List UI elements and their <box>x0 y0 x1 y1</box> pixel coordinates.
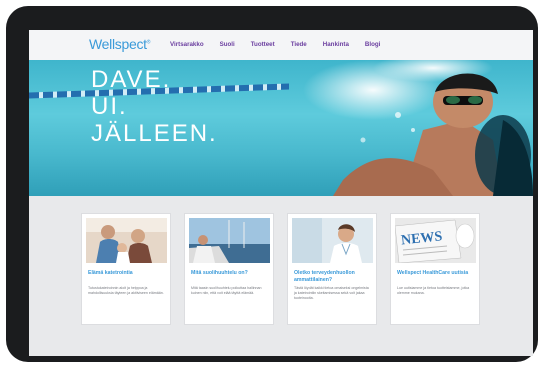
logo-text: Wellspect <box>89 36 147 52</box>
hero-line-1: DAVE. <box>91 66 172 93</box>
feature-cards: Elämä katetrointia Tutustukatetroinnin a… <box>81 213 481 325</box>
hero-line-3: JÄLLEEN. <box>91 120 218 147</box>
card-text: Lue uutisiamme ja tietoa tuotteistamme, … <box>397 286 470 295</box>
nurse-photo <box>292 218 373 263</box>
hero-banner[interactable]: DAVE. UI. JÄLLEEN. <box>29 60 533 196</box>
card-text: Mitä taasin suolihuuhtelu poikuttaa hall… <box>191 286 262 295</box>
family-photo <box>86 218 167 263</box>
nav-item-suoli[interactable]: Suoli <box>220 41 235 48</box>
wellspect-logo[interactable]: Wellspect® <box>89 36 150 52</box>
nav-item-hankinta[interactable]: Hankinta <box>323 41 349 48</box>
card-title: Oletko terveydenhuollon ammattilainen? <box>294 270 355 283</box>
swimmer-image <box>303 60 533 196</box>
main-nav: Virtsarakko Suoli Tuotteet Tiede Hankint… <box>170 41 396 48</box>
card-text: Tästä löydät kaikki tietoa omaiseksi ong… <box>294 286 369 300</box>
hero-line-2: UI. <box>91 93 128 120</box>
card-title: Mitä suolihuuhtelu on? <box>191 270 248 276</box>
logo-registered-mark: ® <box>146 39 151 46</box>
hero-headline: DAVE. UI. JÄLLEEN. <box>91 66 218 147</box>
tablet-frame: Wellspect® Virtsarakko Suoli Tuotteet Ti… <box>6 6 538 362</box>
card-healthcare-professional[interactable]: Oletko terveydenhuollon ammattilainen? T… <box>287 213 377 325</box>
card-life-with-catheter[interactable]: Elämä katetrointia Tutustukatetroinnin a… <box>81 213 171 325</box>
nav-item-tuotteet[interactable]: Tuotteet <box>251 41 275 48</box>
nav-item-blogi[interactable]: Blogi <box>365 41 380 48</box>
sailing-photo <box>189 218 270 263</box>
card-bowel-irrigation[interactable]: Mitä suolihuuhtelu on? Mitä taasin suoli… <box>184 213 274 325</box>
card-title: Wellspect HealthCare uutisia <box>397 270 469 276</box>
card-news[interactable]: NEWS Wellspect HealthCare uutisia Lue uu… <box>390 213 480 325</box>
news-photo: NEWS <box>395 218 476 263</box>
card-text: Tutustukatetroinnin aloit ja helppoa ja … <box>88 286 164 295</box>
nav-item-tiede[interactable]: Tiede <box>291 41 307 48</box>
nav-item-virtsarakko[interactable]: Virtsarakko <box>170 41 204 48</box>
website-screen: Wellspect® Virtsarakko Suoli Tuotteet Ti… <box>29 30 533 356</box>
site-header: Wellspect® Virtsarakko Suoli Tuotteet Ti… <box>29 30 533 60</box>
card-title: Elämä katetrointia <box>88 270 133 276</box>
